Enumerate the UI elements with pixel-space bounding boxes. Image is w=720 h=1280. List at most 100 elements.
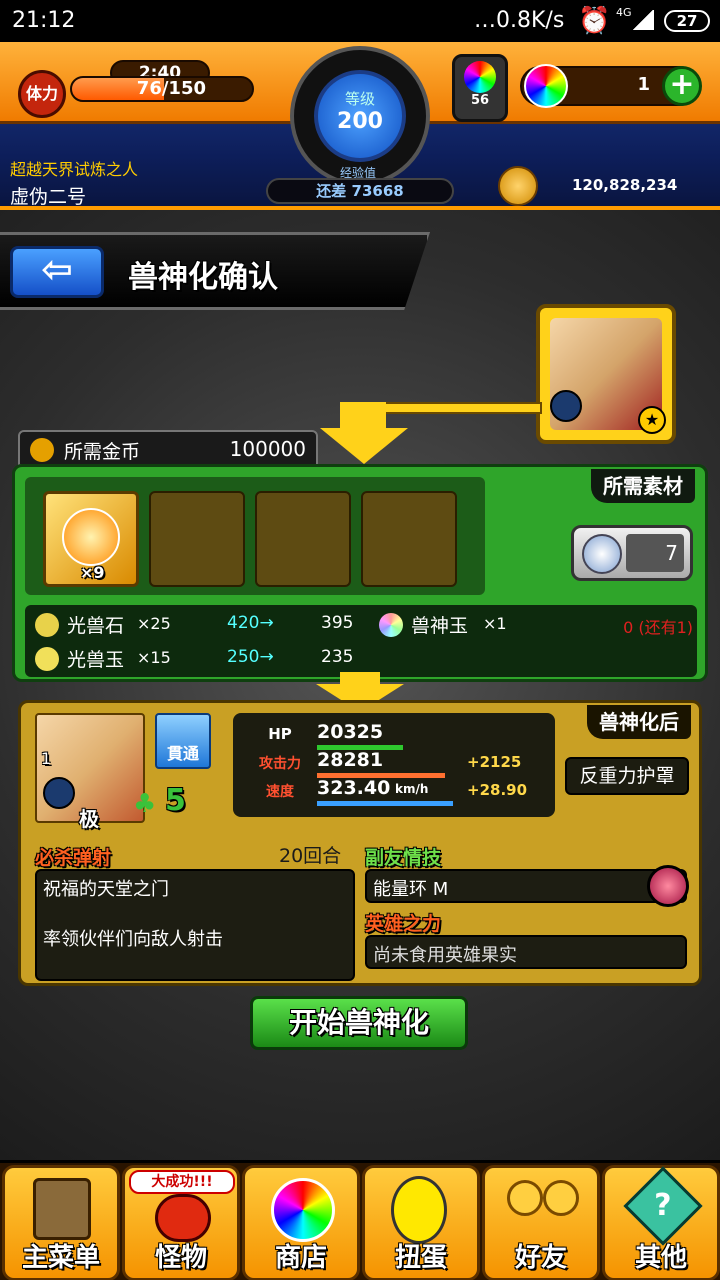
material-after: 395	[321, 613, 354, 633]
stat-row-hp: HP 20325	[239, 721, 545, 750]
nav-main-menu[interactable]: 主菜单	[2, 1165, 120, 1280]
light-stone-icon	[35, 613, 59, 637]
speed-bar	[317, 801, 453, 806]
material-slot-3[interactable]	[255, 491, 351, 587]
friend-skill-name: 能量环 M	[373, 879, 449, 900]
material-name: 光兽石	[67, 615, 125, 637]
stat-label: 攻击力	[259, 756, 301, 772]
battery-indicator: 27	[664, 10, 710, 32]
hero-power-desc: 尚未食用英雄果实	[373, 945, 517, 966]
gold-value: 120,828,234	[572, 176, 678, 194]
down-arrow-icon	[320, 428, 408, 464]
connector-stem	[340, 402, 386, 428]
nav-monster[interactable]: 大成功!!! 怪物	[122, 1165, 240, 1280]
materials-panel: 所需素材 ×9 7 光兽石 ×25 420→ 395 光兽玉 ×15 250→ …	[12, 464, 708, 682]
result-section-label: 兽神化后	[587, 705, 691, 739]
stats-box: HP 20325 攻击力 28281 +2125 速度 323.40 km/h …	[233, 713, 555, 817]
big-success-banner: 大成功!!!	[129, 1170, 235, 1194]
back-button[interactable]: ⇦	[10, 246, 104, 298]
result-panel: 兽神化后 1 极 貫通 ♣ 5 HP 20325 攻击力 28281 +2125…	[18, 700, 702, 986]
result-monster-portrait[interactable]: 1 极	[35, 713, 145, 831]
back-arrow-icon: ⇦	[41, 247, 73, 291]
hero-power-box: 尚未食用英雄果实	[365, 935, 687, 969]
player-title: 超越天界试炼之人	[10, 160, 139, 179]
friend-skill-label: 副友情技	[365, 847, 442, 869]
orb-shop-icon	[271, 1178, 335, 1242]
bottom-nav: 主菜单 大成功!!! 怪物 商店 扭蛋 好友 ? 其他	[0, 1160, 720, 1280]
material-name: 兽神玉	[411, 615, 469, 637]
level-label: 等级	[344, 90, 375, 108]
gold-required-value: 100000	[229, 437, 306, 461]
orb-icon	[524, 64, 568, 108]
main-content: ⇦ 兽神化确认 ★ 所需金币 100000 所需素材 ×9 7 光兽石 ×25 …	[0, 210, 720, 1160]
player-name: 虚伪二号	[10, 186, 87, 208]
ability-field: 反重力护罩	[565, 757, 689, 795]
gold-required-label: 所需金币	[64, 441, 141, 463]
gate-icon	[33, 1178, 91, 1240]
strike-name: 祝福的天堂之门	[43, 879, 169, 900]
monster-grade: 极	[79, 807, 99, 831]
signal-icon	[632, 10, 654, 30]
strike-turns: 20回合	[279, 845, 342, 867]
rainbow-orb-icon	[464, 61, 496, 93]
add-orb-button[interactable]: +	[662, 66, 702, 106]
nav-other[interactable]: ? 其他	[602, 1165, 720, 1280]
exp-remaining: 还差 73668	[266, 178, 454, 204]
emblem-icon	[582, 534, 622, 574]
monster-level: 1	[41, 749, 52, 768]
element-icon	[550, 390, 582, 422]
alarm-icon: ⏰	[578, 6, 611, 36]
star-icon: ★	[638, 406, 666, 434]
orb-stock-box[interactable]: 56	[452, 54, 508, 122]
strike-shot-box: 祝福的天堂之门 率领伙伴们向敌人射击	[35, 869, 355, 981]
stat-value: 20325	[317, 721, 384, 743]
material-count: ×9	[80, 563, 105, 582]
material-note: 0 (还有1)	[623, 618, 693, 637]
element-icon	[43, 777, 75, 809]
base-monster-card[interactable]: ★	[536, 304, 676, 444]
luck-value: 5	[165, 783, 186, 818]
material-slot-4[interactable]	[361, 491, 457, 587]
nav-gacha[interactable]: 扭蛋	[362, 1165, 480, 1280]
status-bar: 21:12 …0.8K/s ⏰ 4G 27	[0, 0, 720, 42]
material-qty: ×1	[483, 614, 507, 633]
material-row-orb: 兽神玉 ×1 0 (还有1)	[373, 611, 693, 639]
material-list: 光兽石 ×25 420→ 395 光兽玉 ×15 250→ 235 兽神玉 ×1…	[25, 605, 697, 677]
light-jewel-icon	[35, 647, 59, 671]
nav-friends[interactable]: 好友	[482, 1165, 600, 1280]
sub-material-box[interactable]: 7	[571, 525, 693, 581]
question-icon: ?	[623, 1166, 703, 1246]
gold-coin-icon	[498, 166, 538, 206]
nav-shop[interactable]: 商店	[242, 1165, 360, 1280]
stat-bonus: +28.90	[467, 781, 528, 799]
stamina-bar: 76/150	[70, 76, 254, 102]
stat-row-speed: 速度 323.40 km/h +28.90	[239, 777, 545, 806]
stat-label: 速度	[266, 784, 294, 800]
hero-power-label: 英雄之力	[365, 913, 442, 935]
material-slot-2[interactable]	[149, 491, 245, 587]
level-value: 200	[337, 109, 383, 134]
network-type: 4G	[616, 6, 632, 19]
materials-section-label: 所需素材	[591, 469, 695, 503]
clock: 21:12	[12, 8, 76, 33]
egg-icon	[391, 1176, 447, 1244]
material-row-1: 光兽石 ×25 420→ 395	[31, 611, 367, 639]
material-qty: ×25	[137, 614, 171, 633]
page-title: 兽神化确认	[128, 260, 278, 295]
coin-icon	[30, 438, 54, 462]
friend-skill-icon	[647, 865, 689, 907]
friend-skill-box: 能量环 M	[365, 865, 689, 907]
sub-material-count: 7	[626, 534, 684, 572]
material-slot-1[interactable]: ×9	[43, 491, 139, 587]
start-evolution-button[interactable]: 开始兽神化	[250, 996, 468, 1050]
orb-count: 1	[637, 74, 650, 95]
strike-shot-label: 必杀弹射	[35, 847, 112, 869]
material-have: 250→	[227, 647, 274, 667]
material-have: 420→	[227, 613, 274, 633]
beast-orb-icon	[379, 613, 403, 637]
material-row-2: 光兽玉 ×15 250→ 235	[31, 645, 367, 673]
evolution-material-icon	[62, 508, 120, 566]
stat-row-attack: 攻击力 28281 +2125	[239, 749, 545, 778]
strike-desc: 率领伙伴们向敌人射击	[43, 929, 223, 950]
orb-stock-value: 56	[470, 93, 490, 108]
